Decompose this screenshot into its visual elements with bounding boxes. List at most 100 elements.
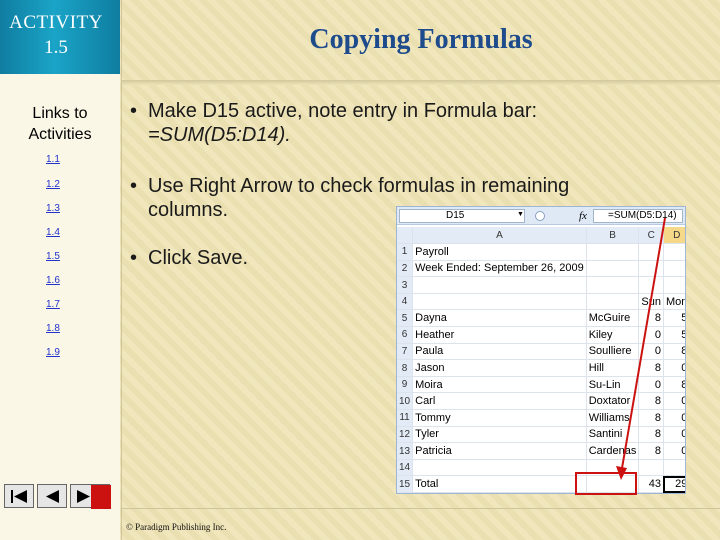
activity-link-1-9[interactable]: 1.9 (46, 347, 60, 358)
title-underline (122, 80, 720, 85)
spreadsheet-screenshot: D15 ▼ fx =SUM(D5:D14) A B C D E 1Payroll… (396, 206, 686, 494)
activity-link-1-2[interactable]: 1.2 (46, 179, 60, 190)
cell: 5 (663, 326, 685, 344)
cell: Cardenas (586, 442, 640, 460)
first-slide-icon (11, 490, 27, 503)
cell: 8 (638, 442, 664, 460)
bullet-2-line1: Use Right Arrow to check formulas in rem… (148, 175, 570, 197)
next-slide-icon (77, 485, 111, 509)
cell: Heather (412, 326, 587, 344)
cell (412, 293, 587, 311)
table-row: 1 Payroll (397, 243, 685, 261)
cell: Williams (586, 409, 640, 427)
left-panel (0, 0, 120, 540)
activity-link-1-4[interactable]: 1.4 (46, 227, 60, 238)
bullet-1-line2: =SUM(D5:D14). (148, 124, 291, 146)
cell: 43 (638, 475, 664, 493)
cell: 0 (663, 426, 685, 444)
activity-badge: ACTIVITY 1.5 (0, 0, 120, 74)
cell: Payroll (412, 243, 587, 261)
row-number: 3 (397, 276, 414, 294)
cell (638, 459, 664, 477)
activity-number: 1.5 (44, 37, 68, 58)
cell: Su-Lin (586, 376, 640, 394)
formula-entry: =SUM(D5:D14) (593, 209, 683, 223)
cell: 8 (638, 359, 664, 377)
activity-link-1-3[interactable]: 1.3 (46, 203, 60, 214)
cell (586, 459, 640, 477)
table-row: 6HeatherKiley055 (397, 326, 685, 344)
cell: 0 (638, 326, 664, 344)
cell: Total (412, 475, 587, 493)
bullet-3-line1: Click Save. (148, 247, 249, 269)
column-header: A (412, 227, 587, 245)
cell: Jason (412, 359, 587, 377)
row-number: 13 (397, 442, 414, 460)
cell: 5 (663, 309, 685, 328)
chevron-down-icon: ▼ (517, 211, 524, 218)
cell (586, 243, 640, 261)
cell: 0 (638, 376, 664, 394)
cell: Santini (586, 426, 640, 444)
bullet-glyph: • (130, 247, 138, 269)
activity-link-1-1[interactable]: 1.1 (46, 154, 60, 165)
cell: 0 (663, 442, 685, 460)
table-row: 10CarlDoxtator808 (397, 392, 685, 411)
cell: Patricia (412, 442, 587, 460)
cancel-icon (535, 211, 545, 221)
cell: Tommy (412, 409, 587, 427)
cell: 8 (638, 409, 664, 427)
cell: 0 (663, 409, 685, 427)
cell (638, 276, 664, 294)
bullet-1: • Make D15 active, note entry in Formula … (130, 99, 690, 147)
cell-grid: A B C D E 1Payroll2Week Ended: September… (397, 227, 685, 493)
row-number: 1 (397, 243, 414, 261)
activity-link-1-6[interactable]: 1.6 (46, 275, 60, 286)
cell (638, 243, 664, 261)
column-header: B (586, 227, 640, 245)
row-number: 12 (397, 426, 414, 444)
links-heading: Links to Activities (0, 103, 120, 145)
table-row: 3 (397, 276, 685, 294)
activity-link-1-8[interactable]: 1.8 (46, 323, 60, 334)
divider (122, 508, 720, 509)
cell: Sun (638, 293, 664, 311)
table-row: 13PatriciaCardenas804 (397, 442, 685, 460)
activity-link-1-5[interactable]: 1.5 (46, 251, 60, 262)
table-row: 14 (397, 459, 685, 477)
row-number: 15 (397, 475, 414, 493)
page-title: Copying Formulas (309, 24, 533, 55)
cell: 29 (663, 475, 685, 493)
table-row: 11TommyWilliams805 (397, 409, 685, 427)
table-row: 7PaulaSoulliere080 (397, 343, 685, 361)
cell: Dayna (412, 309, 587, 328)
row-number: 8 (397, 359, 414, 377)
table-row: 5DaynaMcGuire856 (397, 309, 685, 328)
cell: McGuire (586, 309, 640, 328)
next-slide-button[interactable] (70, 484, 111, 509)
row-number: 11 (397, 409, 414, 427)
first-slide-button[interactable] (4, 484, 34, 508)
cell: 8 (663, 376, 685, 394)
fx-icon: fx (579, 210, 587, 222)
cell (412, 459, 587, 477)
cell: 0 (638, 343, 664, 361)
cell: 0 (663, 392, 685, 411)
table-row: 15Total432940 (397, 475, 685, 493)
column-header: D (663, 227, 685, 245)
cell: 0 (663, 359, 685, 377)
cell: Hill (586, 359, 640, 377)
cell (663, 260, 685, 278)
previous-slide-icon (46, 490, 59, 503)
cell: 8 (638, 309, 664, 328)
activity-link-1-7[interactable]: 1.7 (46, 299, 60, 310)
cell: Doxtator (586, 392, 640, 411)
bullet-glyph: • (130, 100, 138, 122)
row-number: 14 (397, 459, 414, 477)
links-heading-line1: Links to (32, 105, 88, 122)
previous-slide-button[interactable] (37, 484, 67, 508)
table-row: 4SunMonTue (397, 293, 685, 311)
cell (638, 260, 664, 278)
cell: Week Ended: September 26, 2009 (412, 260, 587, 278)
row-number: 2 (397, 260, 414, 278)
